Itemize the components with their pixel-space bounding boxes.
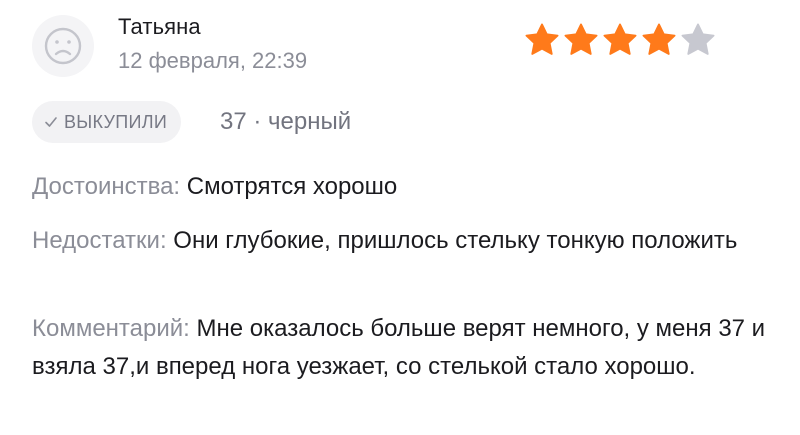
pros-text: Смотрятся хорошо [186, 173, 398, 200]
pros-section: Достоинства: Смотрятся хорошо [32, 168, 777, 206]
star-filled-icon [642, 23, 676, 55]
pros-label: Достоинства: [32, 173, 181, 200]
review-date: 12 февраля, 22:39 [118, 48, 308, 73]
star-rating [524, 22, 716, 58]
cons-label: Недостатки: [32, 227, 167, 254]
product-variant: 37 · черный [220, 108, 352, 135]
review-card: Татьяна 12 февраля, 22:39 ВЫКУПИЛИ 37 · … [0, 0, 800, 435]
star-filled-icon [603, 23, 637, 55]
check-icon [45, 117, 57, 127]
purchased-badge-label: ВЫКУПИЛИ [64, 111, 168, 132]
comment-section: Комментарий: Мне оказалось больше верят … [32, 310, 777, 386]
cons-section: Недостатки: Они глубокие, пришлось стель… [32, 222, 777, 260]
purchased-badge: ВЫКУПИЛИ [32, 101, 182, 143]
cons-text: Они глубокие, пришлось стельку тонкую по… [173, 227, 738, 254]
avatar[interactable] [32, 15, 94, 77]
star-empty-icon [681, 23, 715, 55]
sad-face-icon [44, 27, 82, 65]
author-name[interactable]: Татьяна [118, 14, 201, 40]
star-filled-icon [525, 23, 559, 55]
comment-label: Комментарий: [32, 315, 190, 342]
star-filled-icon [564, 23, 598, 55]
